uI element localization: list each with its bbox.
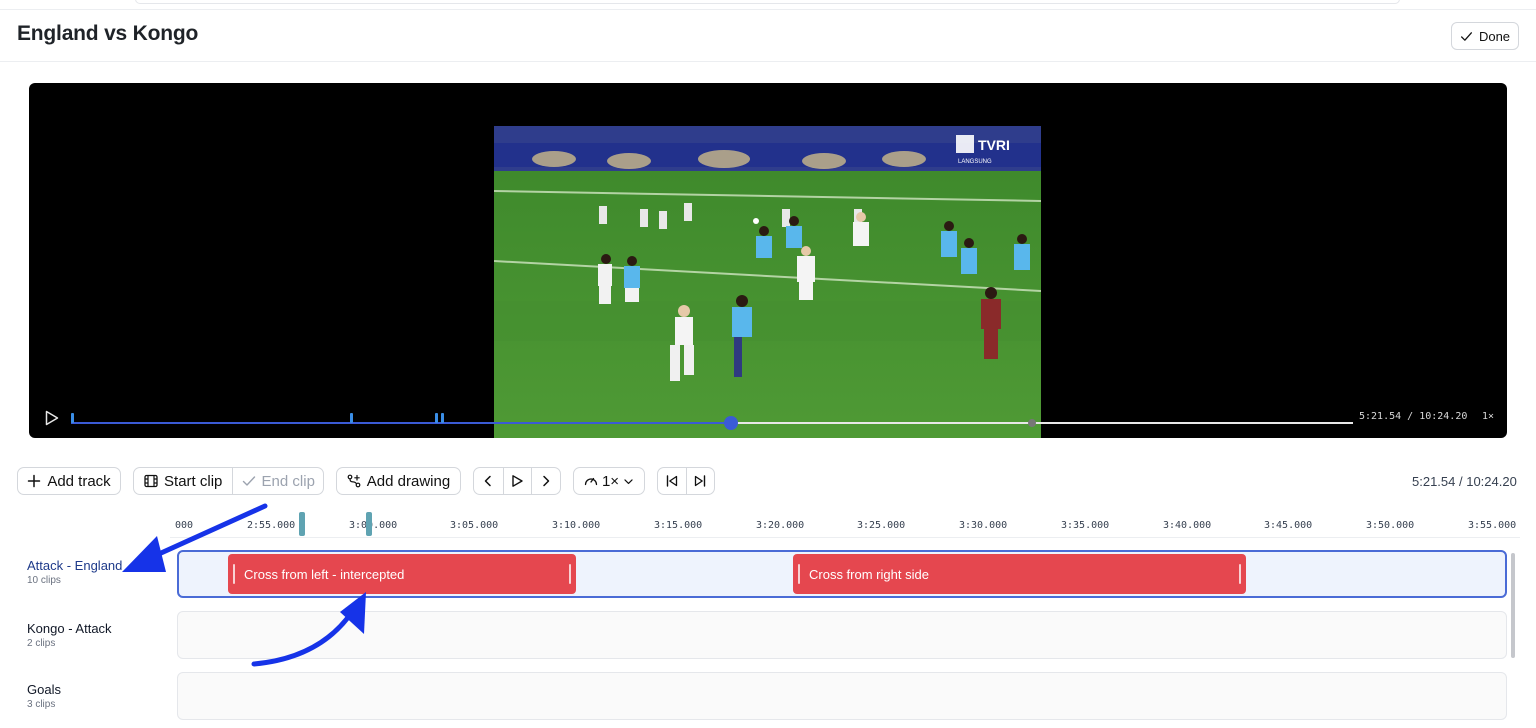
track-clip-count: 10 clips — [27, 575, 61, 586]
play-icon — [512, 475, 524, 487]
skip-back-icon — [666, 475, 678, 487]
plus-icon — [28, 474, 41, 488]
video-frame: TVRI LANGSUNG — [494, 111, 1041, 438]
clip-left-grip[interactable] — [233, 564, 235, 584]
ruler-tick: 3:10.000 — [552, 520, 601, 531]
play-icon[interactable] — [45, 410, 59, 426]
top-strip — [0, 0, 1536, 10]
timeline-scrollbar[interactable] — [1511, 553, 1515, 658]
start-clip-button[interactable]: Start clip — [134, 468, 232, 494]
track-label-goals[interactable]: Goals 3 clips — [27, 682, 61, 711]
video-speed-button[interactable]: 1× — [1482, 411, 1494, 422]
ruler-tick: 2:55.000 — [247, 520, 296, 531]
next-frame-button[interactable] — [531, 468, 560, 494]
ruler-tick: 3:55.000 — [1468, 520, 1517, 531]
end-clip-label: End clip — [261, 472, 315, 490]
clip-right-grip[interactable] — [1239, 564, 1241, 584]
add-drawing-button[interactable]: Add drawing — [336, 467, 461, 495]
gauge-icon — [584, 477, 598, 486]
play-button[interactable] — [502, 468, 532, 494]
track-clip-count: 3 clips — [27, 699, 56, 710]
add-track-label: Add track — [47, 472, 111, 490]
track-name: Goals — [27, 682, 61, 697]
playback-speed-select[interactable]: 1× — [573, 467, 645, 495]
video-player[interactable]: TVRI LANGSUNG 5:21.54 / 10:24.20 1× — [29, 83, 1507, 438]
timeline-time: 5:21.54 / 10:24.20 — [1412, 474, 1517, 489]
previous-frame-button[interactable] — [474, 468, 503, 494]
clip[interactable]: Cross from right side — [793, 554, 1246, 594]
track-clip-count: 2 clips — [27, 638, 56, 649]
svg-text:TVRI: TVRI — [978, 137, 1010, 153]
film-icon — [144, 474, 158, 488]
ruler-tick: 3:30.000 — [959, 520, 1008, 531]
skip-to-start-button[interactable] — [658, 468, 686, 494]
track-name: Kongo - Attack — [27, 621, 112, 636]
video-time: 5:21.54 / 10:24.20 — [1359, 411, 1468, 422]
skip-to-end-button[interactable] — [685, 468, 714, 494]
ruler-tick: 3:05.000 — [450, 520, 499, 531]
playback-button-group — [473, 467, 561, 495]
ruler-tick: 000 — [175, 520, 194, 531]
track-label-attack-england[interactable]: Attack - England 10 clips — [27, 558, 122, 587]
clip-right-grip[interactable] — [569, 564, 571, 584]
clip-label: Cross from right side — [809, 566, 929, 582]
clip[interactable]: Cross from left - intercepted — [228, 554, 576, 594]
clip-marker — [435, 413, 439, 423]
check-icon — [242, 476, 255, 486]
clip-start-handle[interactable] — [299, 512, 305, 536]
skip-forward-icon — [695, 475, 706, 487]
clip-label: Cross from left - intercepted — [244, 566, 405, 582]
ruler-tick: 3:25.000 — [857, 520, 906, 531]
ruler-tick: 3:50.000 — [1366, 520, 1415, 531]
top-bar-edge — [135, 0, 1400, 4]
track-name: Attack - England — [27, 558, 123, 573]
ruler-tick: 3:40.000 — [1163, 520, 1212, 531]
chevron-down-icon — [624, 478, 633, 484]
track-lane-goals[interactable] — [177, 672, 1507, 720]
svg-text:LANGSUNG: LANGSUNG — [958, 159, 992, 165]
playback-speed-value: 1× — [601, 472, 620, 490]
timeline-ruler[interactable]: 000 2:55.000 3:00.000 3:05.000 3:10.000 … — [170, 512, 1520, 538]
playhead-handle[interactable] — [366, 512, 372, 536]
chevron-left-icon — [485, 475, 492, 487]
start-clip-label: Start clip — [164, 472, 223, 490]
ruler-tick: 3:35.000 — [1061, 520, 1110, 531]
clip-button-group: Start clip End clip — [133, 467, 324, 495]
seek-hover-dot — [1028, 419, 1036, 427]
header: England vs Kongo Done — [0, 10, 1536, 62]
check-icon — [1460, 31, 1472, 41]
add-track-button[interactable]: Add track — [17, 467, 121, 495]
ruler-tick: 3:20.000 — [756, 520, 805, 531]
done-button[interactable]: Done — [1451, 22, 1519, 50]
clip-left-grip[interactable] — [798, 564, 800, 584]
seek-bar-progress — [71, 422, 732, 424]
ruler-tick: 3:15.000 — [654, 520, 703, 531]
ruler-tick: 3:45.000 — [1264, 520, 1313, 531]
track-label-kongo-attack[interactable]: Kongo - Attack 2 clips — [27, 621, 112, 650]
page-title: England vs Kongo — [17, 22, 199, 45]
ruler-tick: 3:00.000 — [349, 520, 398, 531]
track-lane-kongo-attack[interactable] — [177, 611, 1507, 659]
done-label: Done — [1478, 28, 1511, 44]
chevron-right-icon — [543, 475, 550, 487]
track-lane-attack-england[interactable]: Cross from left - intercepted Cross from… — [177, 550, 1507, 598]
draw-path-icon — [347, 474, 361, 488]
skip-button-group — [657, 467, 715, 495]
add-drawing-label: Add drawing — [366, 472, 451, 490]
end-clip-button[interactable]: End clip — [232, 468, 323, 494]
clip-marker — [71, 413, 74, 423]
